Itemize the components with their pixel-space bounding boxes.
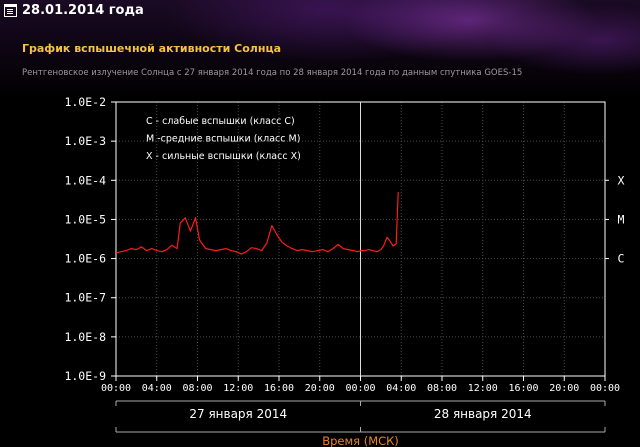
x-tick-label: 08:00 [427,383,457,394]
flare-class-label: C [618,252,625,266]
legend-entry: X - сильные вспышки (класс X) [146,151,301,162]
x-axis-title: Время (МСК) [322,434,399,447]
y-tick-label: 1.0E-5 [64,212,106,226]
x-tick-label: 20:00 [305,383,335,394]
x-tick-label: 12:00 [468,383,498,394]
x-tick-label: 00:00 [590,383,620,394]
x-tick-label: 04:00 [386,383,416,394]
x-tick-label: 00:00 [345,383,375,394]
x-tick-label: 20:00 [549,383,579,394]
legend-entry: M -средние вспышки (класс M) [146,134,300,145]
y-tick-label: 1.0E-9 [64,369,106,383]
x-tick-label: 08:00 [182,383,212,394]
y-tick-label: 1.0E-8 [64,330,106,344]
xray-flux-line [115,192,399,255]
flare-class-label: M [618,212,625,226]
flare-class-label: X [618,173,625,187]
x-tick-label: 12:00 [223,383,253,394]
day-label-1: 27 января 2014 [189,407,287,421]
x-tick-label: 16:00 [264,383,294,394]
y-tick-label: 1.0E-6 [64,252,106,266]
y-tick-label: 1.0E-2 [64,95,106,109]
legend-entry: C - слабые вспышки (класс C) [146,116,295,127]
x-tick-label: 04:00 [142,383,172,394]
y-tick-label: 1.0E-3 [64,134,106,148]
solar-flare-chart: 1.0E-2 1.0E-3 1.0E-4 1.0E-5 1.0E-6 1.0E-7 1.0E… [64,95,625,447]
x-tick-label: 00:00 [101,383,131,394]
day-label-2: 28 января 2014 [434,407,532,421]
y-tick-label: 1.0E-7 [64,291,106,305]
x-tick-label: 16:00 [508,383,538,394]
y-tick-label: 1.0E-4 [64,173,106,187]
